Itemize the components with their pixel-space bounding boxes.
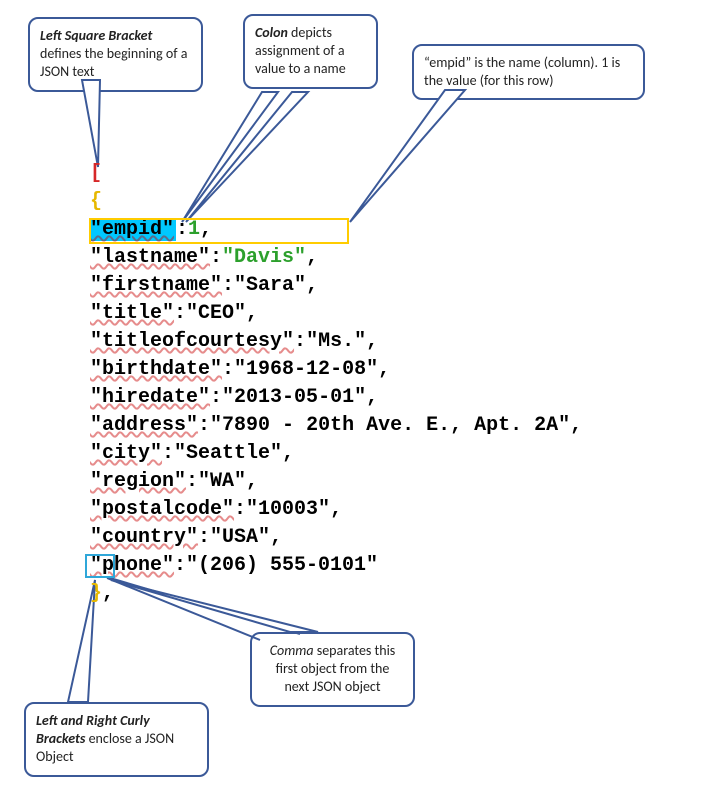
json-key: "city"	[90, 442, 162, 465]
json-key: "phone"	[90, 554, 174, 577]
open-curly-brace: {	[90, 190, 102, 213]
json-key: "address"	[90, 414, 198, 437]
json-value: "2013-05-01"	[222, 386, 366, 409]
json-value: "(206) 555-0101"	[186, 554, 378, 577]
object-separator-comma: ,	[102, 582, 114, 605]
json-key: "hiredate"	[90, 386, 210, 409]
json-value: "7890 - 20th Ave. E., Apt. 2A"	[210, 414, 570, 437]
callout-left-bracket: Left Square Bracket defines the beginnin…	[28, 17, 203, 92]
json-key: "title"	[90, 302, 174, 325]
json-value: "1968-12-08"	[234, 358, 378, 381]
json-value: "Davis"	[222, 246, 306, 269]
callout-curly: Left and Right Curly Brackets enclose a …	[24, 702, 209, 777]
json-value: "Seattle"	[174, 442, 282, 465]
callout-left-bracket-rest: defines the beginning of a JSON text	[40, 45, 187, 80]
json-value: "Sara"	[234, 274, 306, 297]
json-code-block: [ { "empid":1, "lastname":"Davis", "firs…	[90, 160, 582, 608]
json-value: 1	[188, 218, 200, 241]
json-key: "birthdate"	[90, 358, 222, 381]
json-value: "CEO"	[186, 302, 246, 325]
json-key: "empid"	[90, 218, 176, 241]
json-key: "lastname"	[90, 246, 210, 269]
callout-colon: Colon depicts assignment of a value to a…	[243, 14, 378, 89]
callout-empid-text: “empid” is the name (column). 1 is the v…	[424, 54, 620, 89]
callout-left-bracket-bold: Left Square Bracket	[40, 27, 152, 44]
callout-colon-bold: Colon	[255, 24, 288, 41]
json-key: "postalcode"	[90, 498, 234, 521]
json-key: "titleofcourtesy"	[90, 330, 294, 353]
json-key: "country"	[90, 526, 198, 549]
json-key: "region"	[90, 470, 186, 493]
open-array-bracket: [	[90, 162, 102, 185]
close-curly-brace: }	[90, 582, 102, 605]
callout-comma: Comma separates this first object from t…	[250, 632, 415, 707]
json-value: "Ms."	[306, 330, 366, 353]
json-value: "USA"	[210, 526, 270, 549]
json-value: "10003"	[246, 498, 330, 521]
json-value: "WA"	[198, 470, 246, 493]
json-key: "firstname"	[90, 274, 222, 297]
callout-comma-bold: Comma	[270, 642, 314, 659]
callout-empid: “empid” is the name (column). 1 is the v…	[412, 44, 645, 100]
